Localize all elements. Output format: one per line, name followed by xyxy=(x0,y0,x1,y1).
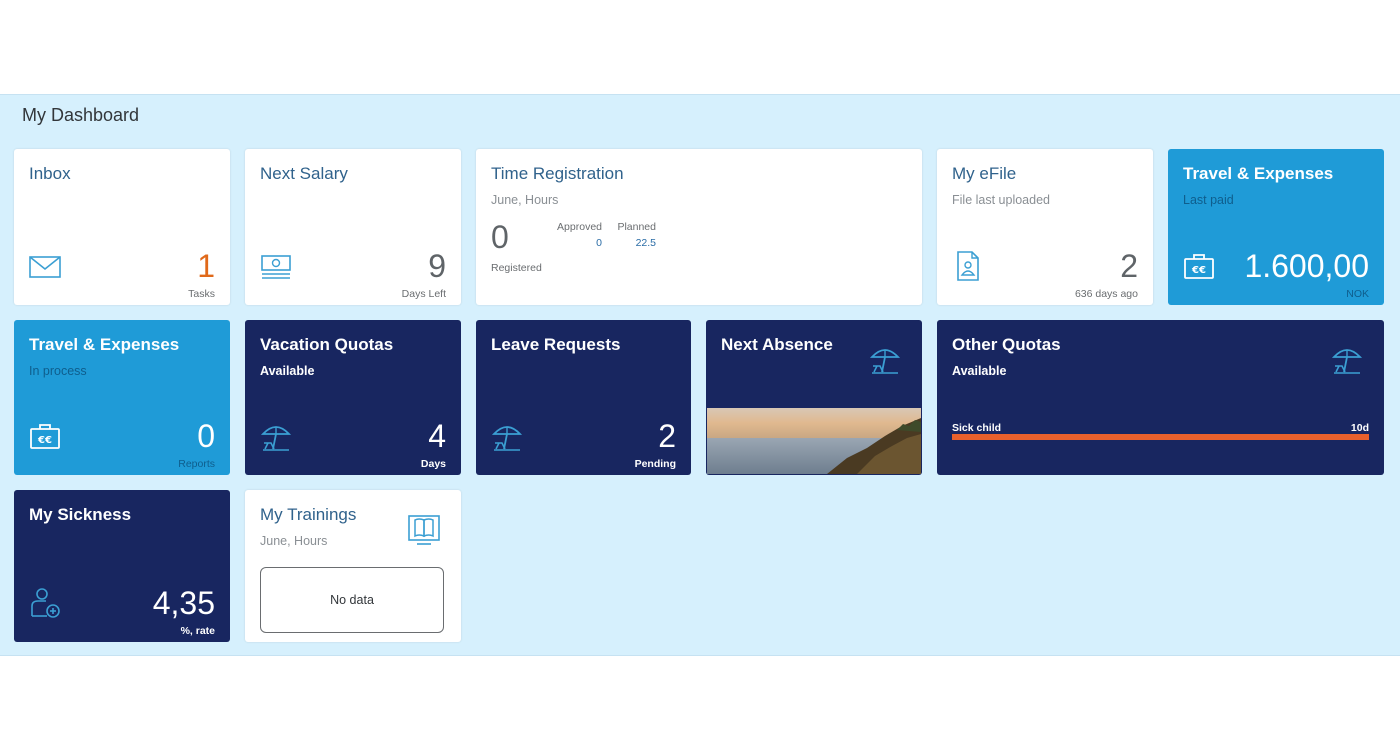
tile-title: Inbox xyxy=(29,164,71,183)
book-screen-icon xyxy=(408,515,440,545)
tile-value: 0 xyxy=(197,418,215,454)
next-salary-tile[interactable]: Next Salary 9 Days Left xyxy=(245,149,461,305)
tile-title: Travel & Expenses xyxy=(1183,164,1334,183)
travel-expenses-in-process-tile[interactable]: Travel & Expenses In process €€ 0 Report… xyxy=(14,320,230,475)
quota-bar-label: Sick child xyxy=(952,422,1002,434)
tile-unit: %, rate xyxy=(180,625,215,637)
tile-unit: Pending xyxy=(634,458,676,470)
tile-title: Next Absence xyxy=(721,335,833,354)
no-data-box: No data xyxy=(260,567,444,633)
registered-value: 0 xyxy=(491,219,509,255)
planned-value: 22.5 xyxy=(635,237,656,249)
tile-title: Time Registration xyxy=(491,164,624,183)
beach-umbrella-icon xyxy=(260,426,292,451)
coastline-photo xyxy=(707,408,921,474)
tile-unit: 636 days ago xyxy=(1074,288,1138,300)
other-quotas-tile[interactable]: Other Quotas Available Sick child 10d xyxy=(937,320,1384,475)
tile-subtitle: Last paid xyxy=(1183,193,1234,207)
tile-value: 1.600,00 xyxy=(1244,248,1369,284)
person-medical-icon xyxy=(31,588,60,618)
tile-title: Other Quotas xyxy=(952,335,1061,354)
tile-title: Vacation Quotas xyxy=(260,335,394,354)
my-sickness-tile[interactable]: My Sickness 4,35 %, rate xyxy=(14,490,230,642)
leave-requests-tile[interactable]: Leave Requests 2 Pending xyxy=(476,320,691,475)
registered-label: Registered xyxy=(491,262,542,274)
tile-subtitle: June, Hours xyxy=(491,193,559,207)
envelope-icon xyxy=(29,256,61,278)
tile-title: Next Salary xyxy=(260,164,348,183)
tile-title: Travel & Expenses xyxy=(29,335,180,354)
tile-value: 9 xyxy=(428,248,446,284)
beach-umbrella-icon xyxy=(1331,349,1363,374)
beach-umbrella-icon xyxy=(491,426,523,451)
svg-text:€€: €€ xyxy=(1191,265,1206,276)
travel-expenses-paid-tile[interactable]: Travel & Expenses Last paid €€ 1.600,00 … xyxy=(1168,149,1384,305)
tile-unit: Tasks xyxy=(188,288,215,300)
tile-subtitle: File last uploaded xyxy=(952,193,1050,207)
next-absence-tile[interactable]: Next Absence xyxy=(706,320,922,475)
dashboard-container: My Dashboard Inbox 1 Tasks Next Salary 9… xyxy=(0,94,1400,656)
briefcase-euro-icon: €€ xyxy=(30,424,60,449)
tile-value: 2 xyxy=(658,418,676,454)
quota-bar-value: 10d xyxy=(1350,422,1369,434)
vacation-quotas-tile[interactable]: Vacation Quotas Available 4 Days xyxy=(245,320,461,475)
beach-umbrella-icon xyxy=(869,349,901,374)
approved-label: Approved xyxy=(557,221,602,233)
tile-value: 4 xyxy=(428,418,446,454)
time-registration-tile[interactable]: Time Registration June, Hours 0 Register… xyxy=(476,149,922,305)
page-title: My Dashboard xyxy=(22,105,140,125)
tile-subtitle: In process xyxy=(29,364,87,378)
tile-title: My Trainings xyxy=(260,505,357,524)
no-data-text: No data xyxy=(330,593,374,607)
tile-subtitle: Available xyxy=(952,364,1007,378)
tile-title: My Sickness xyxy=(29,505,132,524)
tile-unit: Days xyxy=(420,458,446,470)
quota-bar-fill xyxy=(952,434,1369,440)
tile-value: 2 xyxy=(1120,248,1138,284)
tile-subtitle: Available xyxy=(260,364,315,378)
document-icon xyxy=(957,251,979,281)
quota-bar-track xyxy=(952,434,1369,440)
tile-unit: NOK xyxy=(1346,288,1369,300)
planned-label: Planned xyxy=(617,221,656,233)
tile-title: Leave Requests xyxy=(491,335,621,354)
tile-title: My eFile xyxy=(952,164,1017,183)
tile-subtitle: June, Hours xyxy=(260,534,328,548)
tile-unit: Days Left xyxy=(401,288,446,300)
tile-value: 4,35 xyxy=(152,585,215,621)
tile-unit: Reports xyxy=(178,458,215,470)
money-icon xyxy=(261,255,291,279)
svg-text:€€: €€ xyxy=(37,435,52,446)
my-efile-tile[interactable]: My eFile File last uploaded 2 636 days a… xyxy=(937,149,1153,305)
approved-value: 0 xyxy=(596,237,602,249)
briefcase-euro-icon: €€ xyxy=(1184,254,1214,279)
inbox-tile[interactable]: Inbox 1 Tasks xyxy=(14,149,230,305)
tile-value: 1 xyxy=(197,248,215,284)
my-trainings-tile[interactable]: My Trainings June, Hours No data xyxy=(245,490,461,642)
